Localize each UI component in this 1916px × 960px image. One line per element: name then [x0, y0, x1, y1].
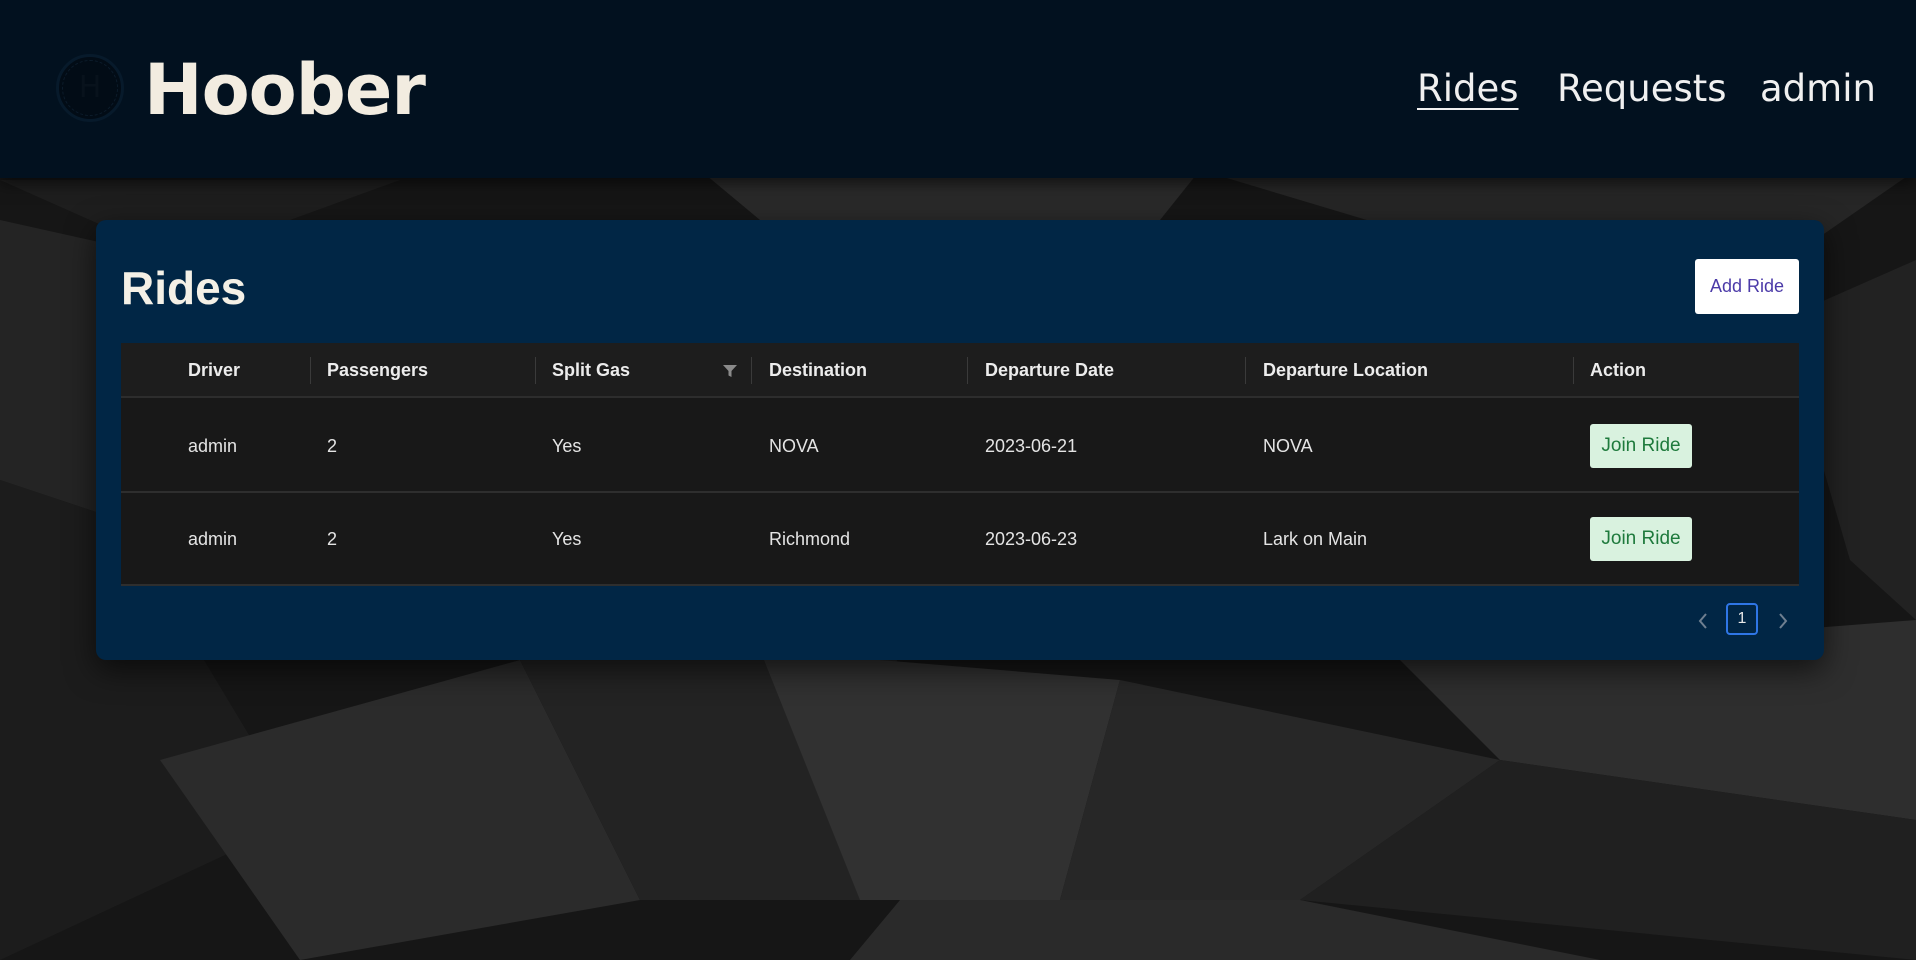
- column-header-departure-date[interactable]: Departure Date: [985, 343, 1114, 398]
- cell-destination: Richmond: [769, 529, 851, 549]
- cell-departure-date: 2023-06-21: [985, 436, 1078, 456]
- table-row: admin 2 Yes Richmond 2023-06-23 Lark on …: [121, 493, 1799, 586]
- column-divider: [751, 357, 752, 384]
- column-divider: [1573, 357, 1574, 384]
- brand-title[interactable]: Hoober: [144, 48, 426, 132]
- cell-driver: admin: [188, 436, 238, 456]
- column-divider: [1245, 357, 1246, 384]
- table-row: admin 2 Yes NOVA 2023-06-21 NOVA Join Ri…: [121, 400, 1799, 493]
- cell-split-gas: Yes: [552, 436, 582, 456]
- column-divider: [535, 357, 536, 384]
- page-title: Rides: [121, 262, 247, 314]
- cell-departure-date: 2023-06-23: [985, 529, 1078, 549]
- rides-card: Rides Add Ride Driver Passengers Split G…: [96, 220, 1824, 660]
- nav-rides[interactable]: Rides: [1417, 64, 1519, 114]
- column-header-destination[interactable]: Destination: [769, 343, 867, 398]
- column-divider: [967, 357, 968, 384]
- pagination-page-current[interactable]: 1: [1726, 603, 1758, 635]
- column-header-action: Action: [1590, 360, 1646, 380]
- chevron-right-icon[interactable]: [1773, 608, 1793, 634]
- top-navbar: H Hoober Rides Requests admin: [0, 0, 1916, 178]
- cell-departure-location: NOVA: [1263, 436, 1313, 456]
- cell-split-gas: Yes: [552, 529, 582, 549]
- nav-user-admin[interactable]: admin: [1760, 64, 1876, 114]
- cell-driver: admin: [188, 529, 238, 549]
- column-header-split-gas[interactable]: Split Gas: [552, 343, 630, 398]
- logo-letter: H: [78, 70, 102, 105]
- cell-passengers: 2: [327, 529, 338, 549]
- cell-departure-location: Lark on Main: [1263, 529, 1368, 549]
- nav-requests[interactable]: Requests: [1557, 64, 1727, 114]
- column-divider: [310, 357, 311, 384]
- page: H Hoober Rides Requests admin Rides Add …: [0, 0, 1916, 960]
- logo-icon[interactable]: H: [56, 54, 124, 122]
- chevron-left-icon[interactable]: [1693, 608, 1713, 634]
- add-ride-button[interactable]: Add Ride: [1695, 259, 1799, 314]
- column-header-passengers[interactable]: Passengers: [327, 343, 428, 398]
- join-ride-button[interactable]: Join Ride: [1590, 517, 1692, 561]
- rides-table: Driver Passengers Split Gas Destination …: [121, 343, 1799, 586]
- column-header-departure-location[interactable]: Departure Location: [1263, 343, 1428, 398]
- column-header-driver[interactable]: Driver: [188, 343, 240, 398]
- cell-destination: NOVA: [769, 436, 819, 456]
- table-header: Driver Passengers Split Gas Destination …: [121, 343, 1799, 398]
- cell-passengers: 2: [327, 436, 338, 456]
- join-ride-button[interactable]: Join Ride: [1590, 424, 1692, 468]
- filter-icon[interactable]: [722, 363, 738, 379]
